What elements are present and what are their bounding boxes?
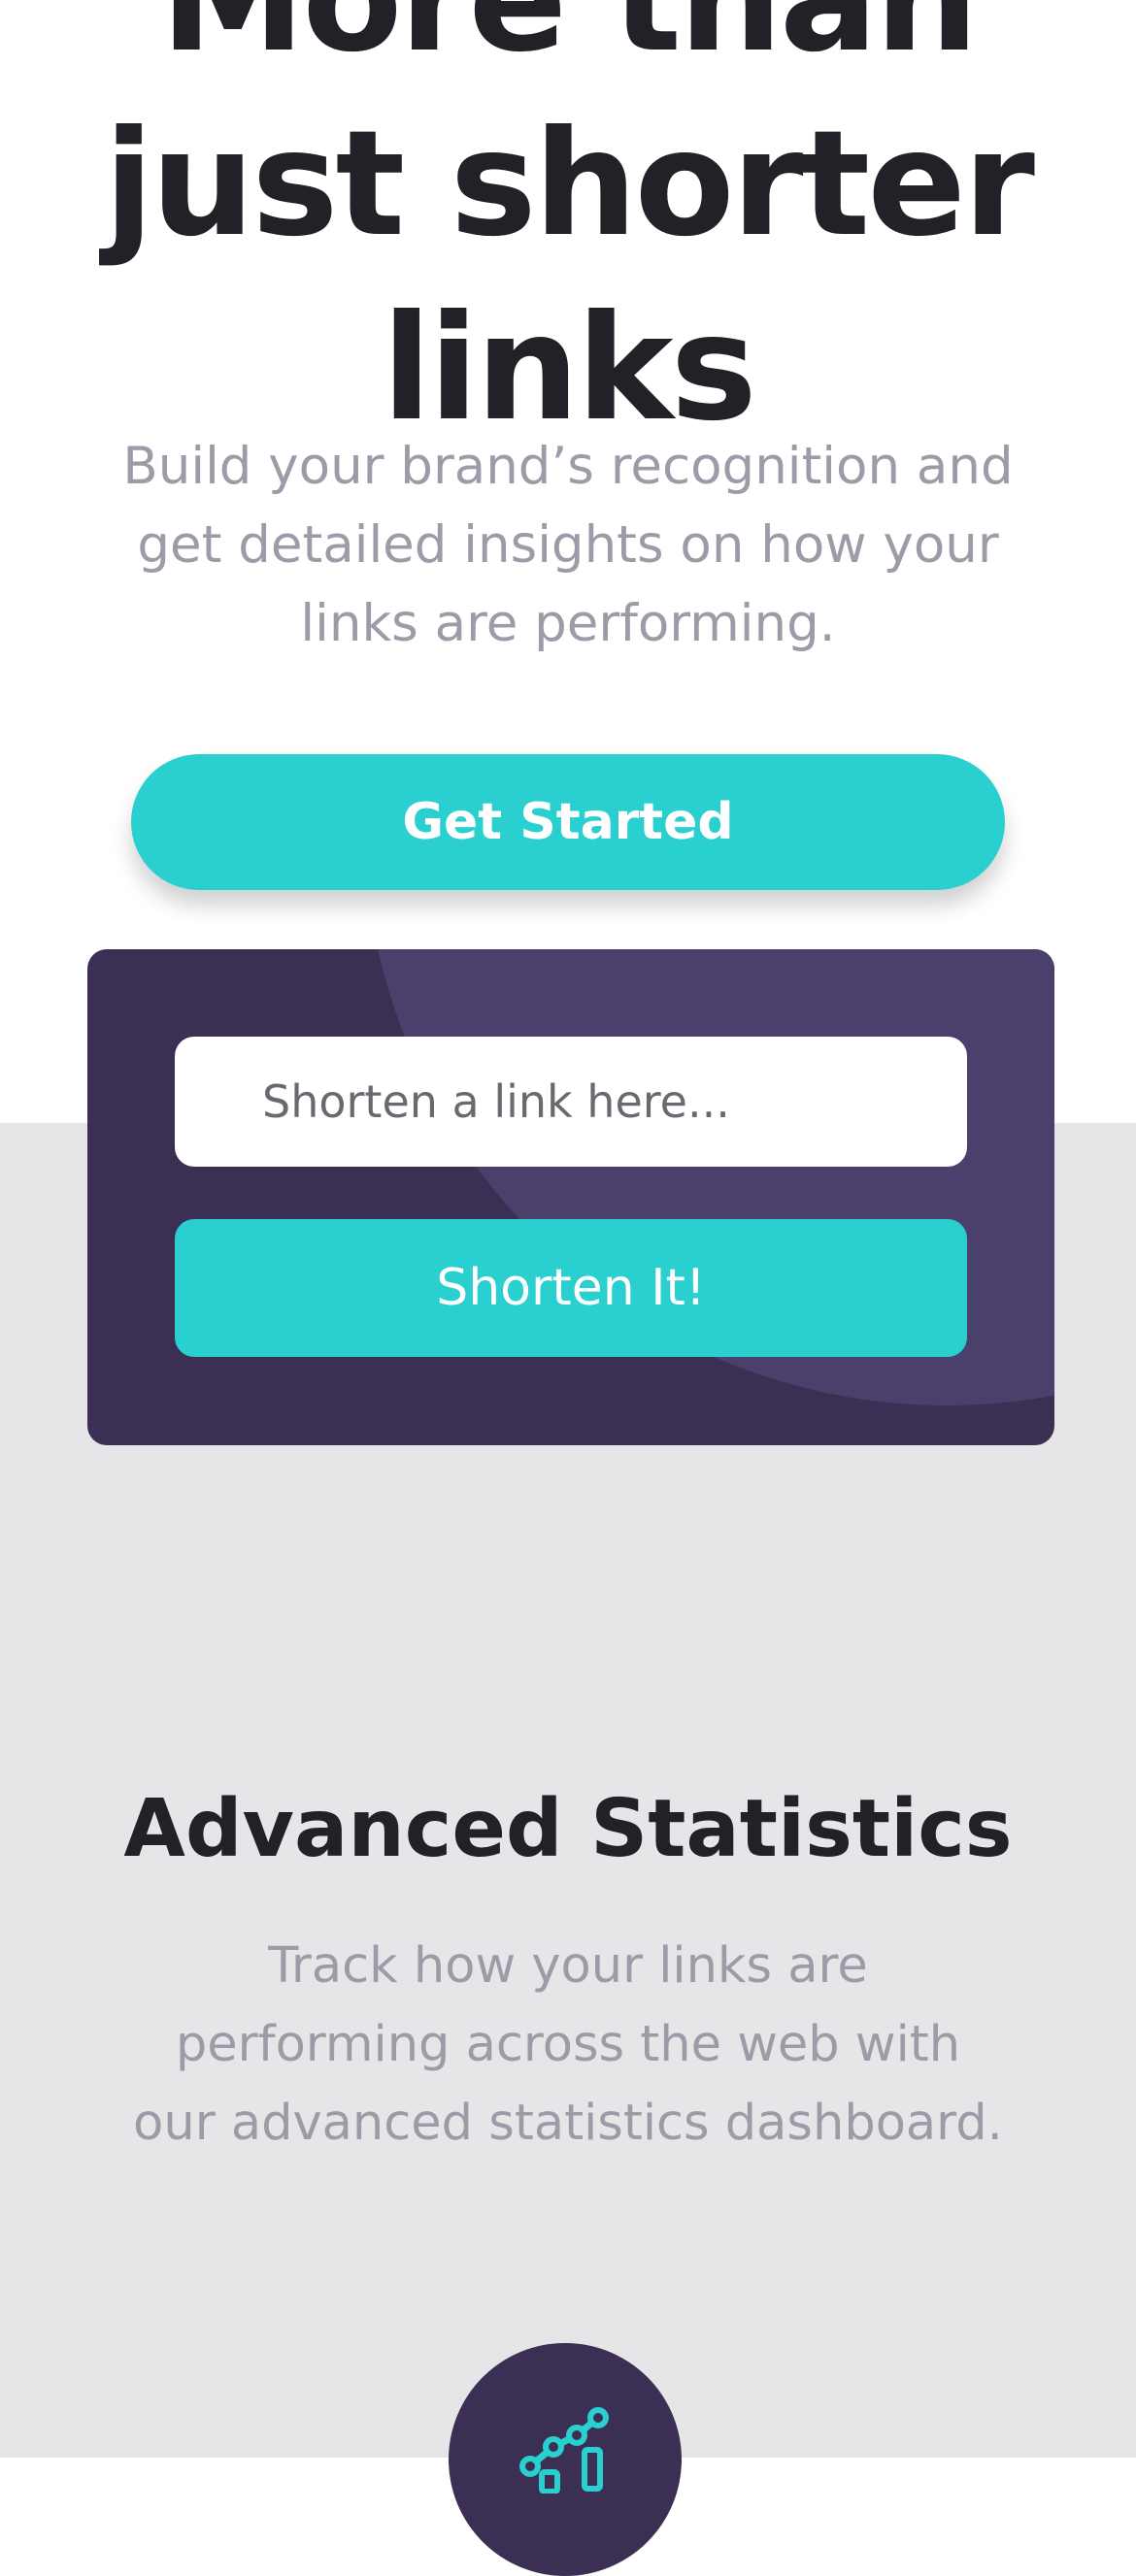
link-input[interactable] bbox=[175, 1037, 967, 1167]
shorten-it-button[interactable]: Shorten It! bbox=[175, 1219, 967, 1357]
section-title: Advanced Statistics bbox=[123, 1783, 1013, 1875]
hero-title: More than just shorter links bbox=[104, 0, 1035, 453]
section-subtitle: Track how your links are performing acro… bbox=[133, 1937, 1003, 2152]
shorten-link-form: Shorten It! bbox=[87, 949, 1054, 1445]
get-started-button[interactable]: Get Started bbox=[131, 754, 1005, 890]
hero-subtitle: Build your brand’s recognition and get d… bbox=[122, 437, 1014, 653]
feature-icon-circle bbox=[449, 2343, 682, 2576]
chart-icon bbox=[519, 2407, 609, 2493]
